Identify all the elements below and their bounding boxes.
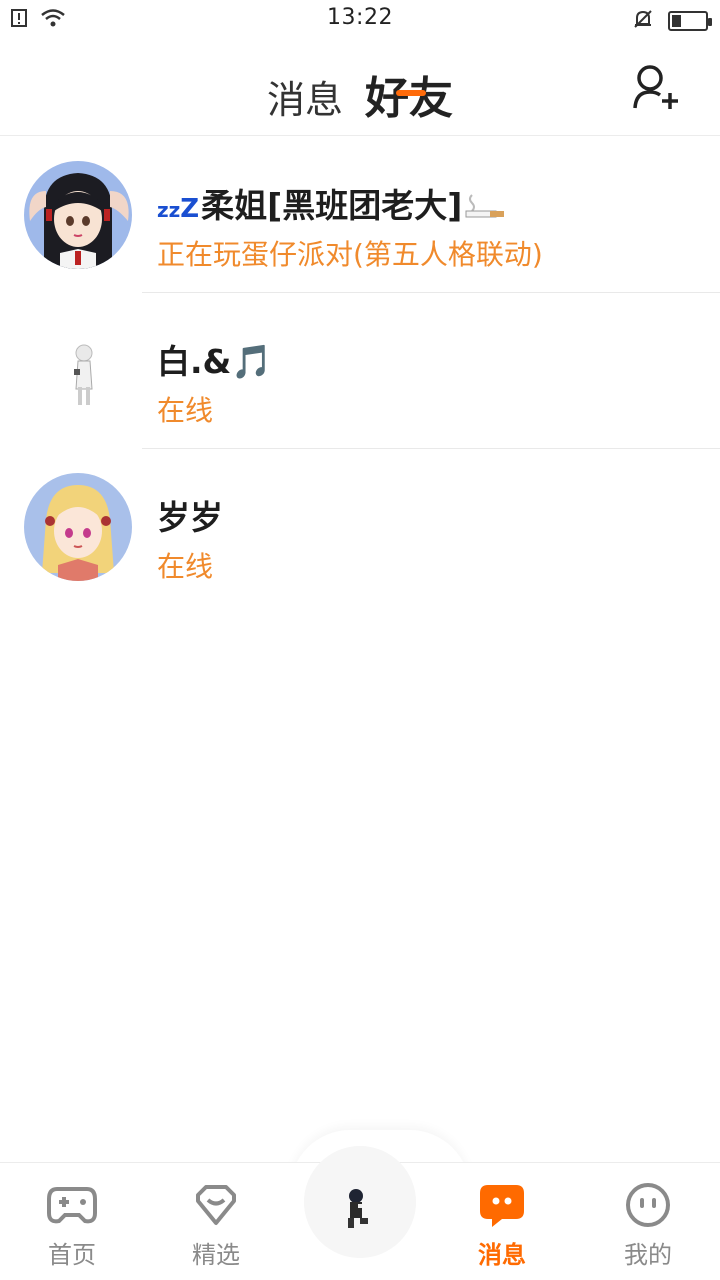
nav-label: 首页	[48, 1241, 96, 1269]
gamepad-icon	[47, 1187, 97, 1224]
tab-messages[interactable]: 消息	[267, 69, 343, 124]
status-time: 13:22	[327, 5, 393, 30]
avatar[interactable]	[24, 473, 132, 581]
nav-label: 我的	[624, 1241, 672, 1269]
nav-home[interactable]: 首页	[22, 1183, 122, 1270]
battery-icon	[668, 11, 712, 31]
add-user-icon[interactable]	[632, 64, 680, 112]
app-screen: 13:22 消息 好友 zzZ柔姐[黑班团老大] 正在玩蛋仔派对(第五人格联动)…	[0, 0, 720, 1280]
nav-messages[interactable]: 消息	[452, 1183, 552, 1270]
face-icon	[626, 1183, 670, 1227]
nav-profile[interactable]: 我的	[598, 1183, 698, 1270]
avatar-figure	[304, 1146, 416, 1258]
mute-icon	[632, 8, 654, 34]
friend-list: zzZ柔姐[黑班团老大] 正在玩蛋仔派对(第五人格联动) 白.&🎵 在线 岁岁 …	[0, 137, 720, 605]
friend-row[interactable]: 白.&🎵 在线	[0, 293, 720, 449]
active-tab-indicator	[396, 90, 426, 96]
avatar[interactable]	[24, 317, 132, 425]
nav-featured[interactable]: 精选	[166, 1183, 266, 1270]
heart-icon	[196, 1185, 236, 1225]
friend-row[interactable]: 岁岁 在线	[0, 449, 720, 605]
sleep-zz-icon: zzZ	[157, 194, 200, 224]
friend-status: 在线	[157, 394, 214, 427]
top-header: 消息 好友	[0, 40, 720, 136]
center-avatar-button[interactable]	[304, 1146, 416, 1258]
friend-name: 岁岁	[157, 498, 223, 537]
nav-label: 精选	[192, 1241, 240, 1269]
nav-label: 消息	[478, 1241, 526, 1269]
friend-status: 在线	[157, 550, 214, 583]
cigarette-icon	[464, 188, 506, 227]
friend-name: zzZ柔姐[黑班团老大]	[157, 179, 506, 227]
friend-row[interactable]: zzZ柔姐[黑班团老大] 正在玩蛋仔派对(第五人格联动)	[0, 137, 720, 293]
header-tabs: 消息 好友	[0, 62, 720, 126]
friend-status: 正在玩蛋仔派对(第五人格联动)	[157, 238, 543, 271]
status-bar: 13:22	[0, 0, 720, 40]
friend-name: 白.&🎵	[157, 342, 273, 381]
chat-icon	[480, 1185, 524, 1227]
avatar[interactable]	[24, 161, 132, 269]
